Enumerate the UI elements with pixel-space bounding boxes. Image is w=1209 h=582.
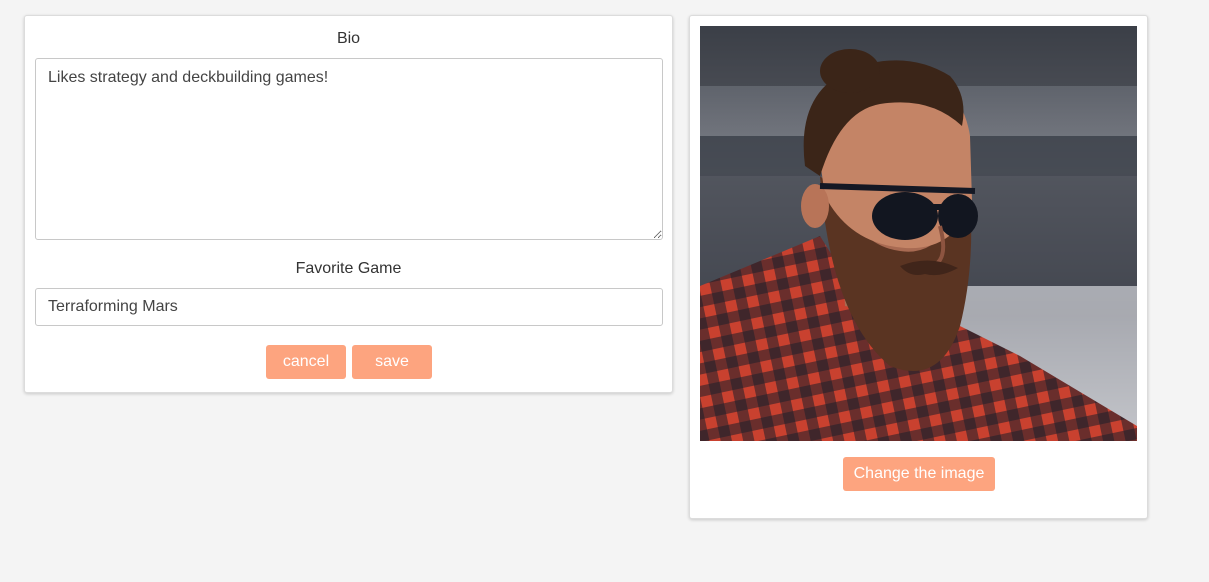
profile-photo: [700, 26, 1137, 441]
favorite-game-label: Favorite Game: [295, 260, 402, 277]
profile-image-card: Change the image: [689, 15, 1148, 519]
save-button[interactable]: save: [352, 345, 432, 379]
cancel-button[interactable]: cancel: [266, 345, 346, 379]
bio-textarea[interactable]: Likes strategy and deckbuilding games!: [35, 58, 663, 240]
change-image-button[interactable]: Change the image: [843, 457, 995, 491]
bio-label: Bio: [336, 30, 361, 47]
profile-form-card: Bio Likes strategy and deckbuilding game…: [24, 15, 673, 393]
favorite-game-input[interactable]: [35, 288, 663, 326]
